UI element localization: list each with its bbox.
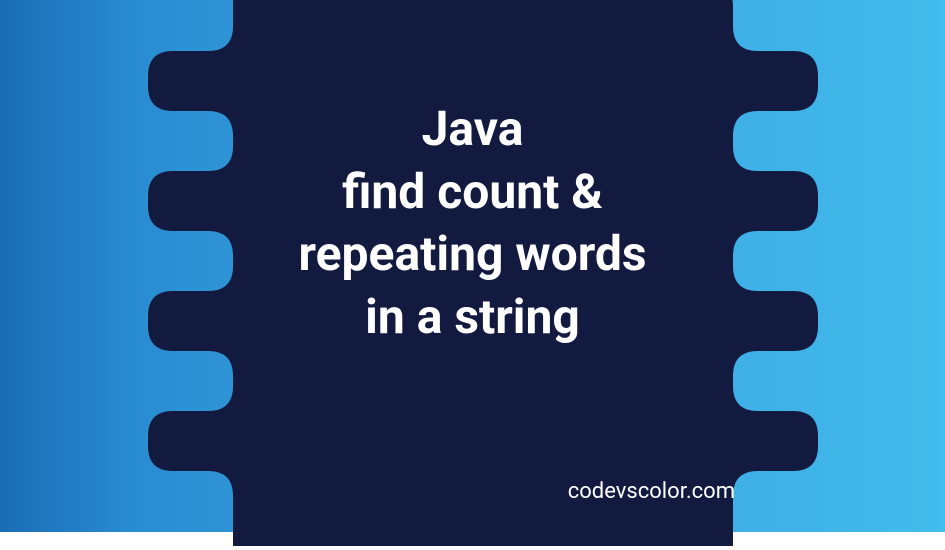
title-line-4: in a string	[0, 286, 945, 348]
banner-title: Java find count & repeating words in a s…	[0, 99, 945, 349]
title-line-3: repeating words	[0, 223, 945, 285]
title-line-1: Java	[0, 99, 945, 161]
title-line-2: find count &	[0, 161, 945, 223]
banner-container: Java find count & repeating words in a s…	[0, 0, 945, 532]
watermark-text: codevscolor.com	[568, 479, 735, 504]
